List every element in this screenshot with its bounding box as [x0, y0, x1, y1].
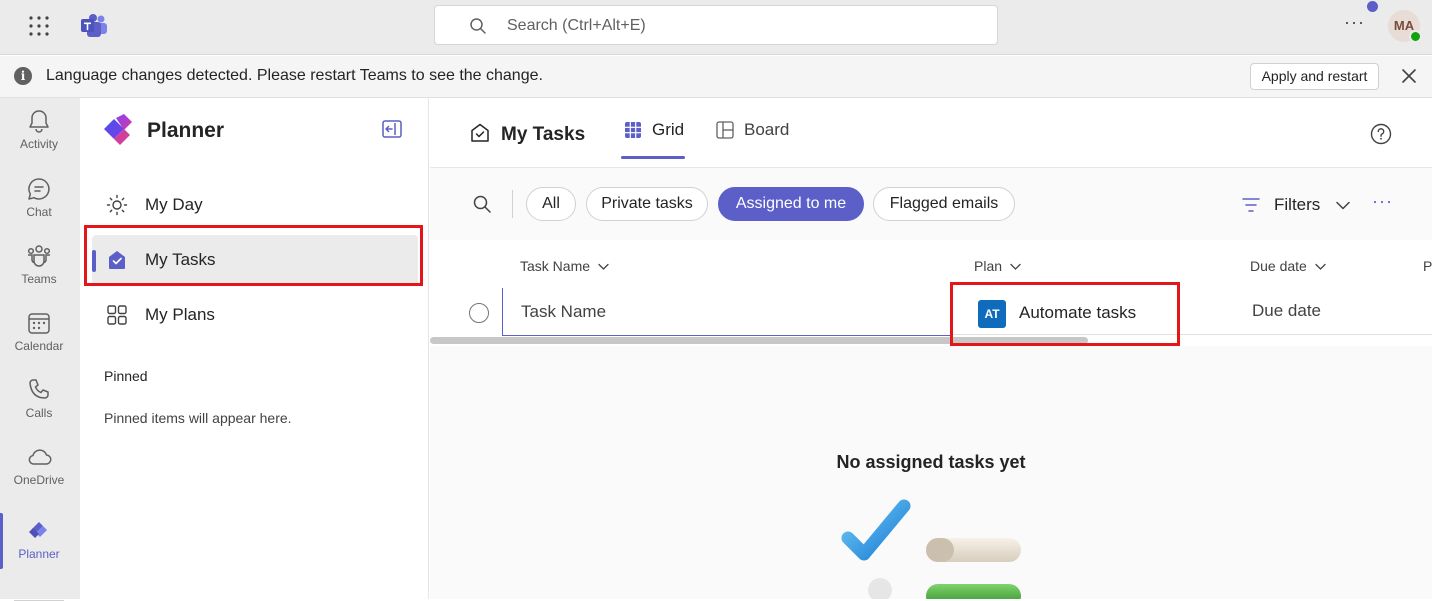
rail-label: Activity	[19, 137, 58, 151]
rail-item-activity[interactable]: Activity	[0, 108, 78, 172]
cloud-icon	[28, 449, 52, 465]
column-header-label: P	[1423, 258, 1432, 274]
app-title: Planner	[147, 119, 225, 142]
rail-item-planner[interactable]: Planner	[0, 518, 78, 582]
more-options-icon[interactable]: ···	[1372, 191, 1393, 212]
filter-toolbar: All Private tasks Assigned to me Flagged…	[430, 168, 1432, 240]
rail-label: Planner	[18, 547, 60, 561]
chevron-down-icon	[598, 264, 609, 271]
tab-label: Board	[744, 120, 790, 139]
search-icon	[470, 18, 486, 34]
nav-item-label: My Plans	[145, 305, 215, 324]
phone-icon	[29, 379, 49, 399]
planner-nav-pane: Planner My Day My Tasks My Plans Pinned …	[80, 98, 429, 599]
task-grid: Task Name Plan Due date P AT Automate ta…	[430, 240, 1432, 346]
task-name-input[interactable]	[521, 300, 921, 324]
help-icon[interactable]	[1370, 123, 1392, 145]
close-icon[interactable]	[1399, 66, 1419, 86]
column-header-label: Task Name	[520, 258, 591, 274]
task-name-cell[interactable]	[502, 288, 952, 336]
notification-dot	[1367, 1, 1378, 12]
filter-pill-assigned-to-me[interactable]: Assigned to me	[718, 187, 864, 221]
page-title: My Tasks	[501, 124, 586, 145]
teams-icon	[27, 245, 51, 267]
more-options-icon[interactable]: ···	[1344, 12, 1365, 33]
filter-icon	[1242, 198, 1260, 212]
collapse-pane-icon[interactable]	[382, 120, 402, 138]
app-rail: Activity Chat Teams Calendar Calls OneDr…	[0, 98, 80, 601]
search-input[interactable]	[507, 14, 977, 38]
title-bar: ··· MA	[0, 0, 1432, 55]
tab-label: Grid	[652, 120, 685, 139]
planner-logo-icon	[104, 114, 132, 145]
active-tab-underline	[621, 156, 685, 159]
bell-icon	[29, 110, 49, 133]
grid-view-icon	[625, 122, 641, 138]
toolbar-divider	[512, 190, 513, 218]
column-header-priority[interactable]: P	[1423, 258, 1432, 274]
apply-and-restart-button[interactable]: Apply and restart	[1250, 63, 1379, 90]
language-change-banner: i Language changes detected. Please rest…	[0, 56, 1432, 98]
nav-item-my-plans[interactable]: My Plans	[92, 290, 418, 340]
main-content: My Tasks Grid Board All Private tasks As…	[430, 98, 1432, 599]
rail-item-chat[interactable]: Chat	[0, 176, 78, 240]
nav-item-label: My Day	[145, 195, 203, 214]
empty-tasks-illustration	[841, 499, 1021, 599]
info-icon: i	[14, 67, 32, 85]
column-header-plan[interactable]: Plan	[974, 258, 1021, 274]
search-box[interactable]	[434, 5, 998, 45]
chevron-down-icon	[1336, 201, 1350, 210]
planner-icon	[29, 522, 47, 538]
column-header-label: Plan	[974, 258, 1003, 274]
new-task-row: AT Automate tasks Due date	[430, 288, 1432, 336]
column-header-task-name[interactable]: Task Name	[520, 258, 609, 274]
nav-item-my-day[interactable]: My Day	[92, 180, 418, 230]
column-header-due-date[interactable]: Due date	[1250, 258, 1326, 274]
filter-pill-private-tasks[interactable]: Private tasks	[586, 187, 708, 221]
main-header: My Tasks Grid Board	[430, 98, 1432, 168]
app-launcher-icon[interactable]	[28, 15, 50, 37]
pinned-heading: Pinned	[104, 368, 148, 384]
filter-pill-all[interactable]: All	[526, 187, 576, 221]
presence-available-badge	[1409, 30, 1422, 43]
due-date-cell[interactable]: Due date	[1252, 301, 1321, 321]
rail-label: Teams	[21, 272, 57, 286]
tab-board[interactable]: Board	[716, 118, 790, 160]
complete-task-checkbox[interactable]	[469, 303, 489, 323]
filter-pill-flagged-emails[interactable]: Flagged emails	[873, 187, 1015, 221]
search-icon[interactable]	[472, 194, 492, 214]
empty-state-title: No assigned tasks yet	[836, 452, 1026, 472]
chat-icon	[28, 178, 50, 200]
grid-apps-icon	[107, 305, 127, 325]
chevron-down-icon	[1315, 264, 1326, 271]
rail-label: Chat	[26, 205, 52, 219]
calendar-icon	[28, 313, 50, 334]
my-tasks-outline-icon	[471, 123, 489, 142]
teams-logo-icon	[81, 14, 107, 37]
column-header-label: Due date	[1250, 258, 1307, 274]
rail-item-teams[interactable]: Teams	[0, 243, 78, 307]
pinned-empty-text: Pinned items will appear here.	[104, 410, 292, 426]
rail-label: Calls	[25, 406, 53, 420]
banner-message: Language changes detected. Please restar…	[46, 67, 543, 84]
highlight-my-tasks	[84, 225, 423, 286]
rail-label: Calendar	[14, 339, 64, 353]
rail-item-onedrive[interactable]: OneDrive	[0, 444, 78, 508]
filters-label: Filters	[1274, 195, 1321, 214]
sun-icon	[106, 194, 128, 216]
rail-label: OneDrive	[13, 473, 65, 487]
filters-button[interactable]: Filters	[1242, 194, 1352, 216]
rail-item-calendar[interactable]: Calendar	[0, 310, 78, 374]
board-view-icon	[716, 121, 734, 139]
highlight-plan-cell	[950, 282, 1180, 346]
chevron-down-icon	[1010, 264, 1021, 271]
rail-item-calls[interactable]: Calls	[0, 377, 78, 441]
tab-grid[interactable]: Grid	[621, 118, 686, 160]
